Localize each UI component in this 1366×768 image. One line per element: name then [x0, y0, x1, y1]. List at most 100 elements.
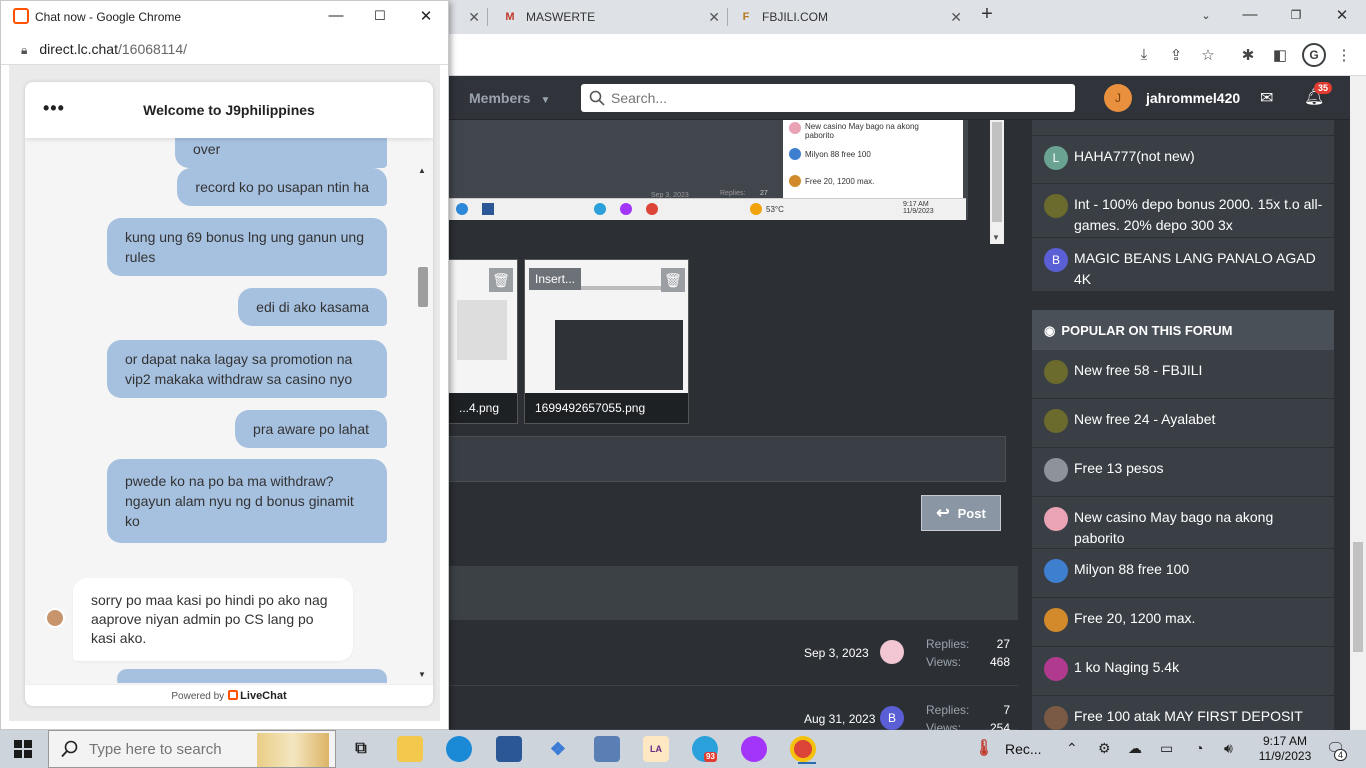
tray-chevron-icon[interactable]: ⌃ — [1066, 740, 1078, 757]
members-nav-item[interactable]: Members ▼ — [469, 90, 550, 106]
close-icon[interactable]: ✕ — [468, 9, 480, 26]
insert-button[interactable]: Insert... — [529, 268, 582, 290]
tab-partial[interactable]: ✕ — [462, 0, 492, 34]
taskbar-clock[interactable]: 9:17 AM 11/9/2023 — [1258, 734, 1312, 764]
thread-title[interactable]: HAHA777(not new) — [1074, 146, 1195, 167]
file-explorer-icon[interactable] — [397, 736, 423, 762]
user-avatar[interactable]: J — [1104, 84, 1132, 112]
profile-avatar[interactable]: G — [1302, 43, 1326, 67]
thread-title[interactable]: Free 20, 1200 max. — [1074, 608, 1195, 629]
share-icon[interactable]: ⇪ — [1166, 46, 1186, 66]
embedded-scrollbar[interactable]: ▼ — [990, 120, 1004, 244]
thread-avatar[interactable] — [880, 640, 904, 664]
search-input[interactable] — [611, 90, 1051, 106]
kebab-menu-icon[interactable]: ⋮ — [1334, 46, 1354, 66]
thread-title[interactable]: Milyon 88 free 100 — [1074, 559, 1189, 580]
username-link[interactable]: jahrommel420 — [1146, 90, 1240, 106]
scroll-thumb[interactable] — [418, 267, 428, 307]
mail-icon[interactable]: ✉ — [1260, 88, 1273, 108]
close-window-icon[interactable]: ✕ — [416, 7, 436, 25]
close-icon[interactable]: ✕ — [950, 9, 962, 26]
edge-icon[interactable] — [446, 736, 472, 762]
minimize-icon[interactable]: — — [1240, 6, 1260, 23]
onedrive-cloud-icon[interactable]: ☁ — [1128, 740, 1142, 757]
list-item[interactable] — [1032, 120, 1334, 136]
list-item[interactable]: L HAHA777(not new) — [1032, 136, 1334, 184]
restore-icon[interactable]: ❐ — [1286, 8, 1306, 22]
attachment-thumbnail[interactable]: 🗑︎ ...4.png — [448, 259, 518, 424]
lakers-icon[interactable]: LA — [643, 736, 669, 762]
scroll-thumb[interactable] — [992, 122, 1002, 222]
replies-label: Replies: — [926, 703, 970, 717]
trash-icon[interactable]: 🗑︎ — [489, 268, 513, 292]
recorder-label[interactable]: Rec... — [1005, 741, 1042, 757]
tab-maswerte[interactable]: M MASWERTE ✕ — [498, 0, 728, 34]
side-panel-icon[interactable]: ◧ — [1270, 46, 1290, 66]
list-item[interactable]: New casino May bago na akong paborito — [1032, 497, 1334, 549]
list-item[interactable]: Int - 100% depo bonus 2000. 15x t.o all-… — [1032, 184, 1334, 238]
avatar — [1044, 608, 1068, 632]
minimize-icon[interactable]: — — [326, 7, 346, 24]
attachment-thumbnail[interactable]: Insert... 🗑︎ 1699492657055.png — [524, 259, 689, 424]
task-view-icon[interactable]: ⧉ — [348, 736, 374, 762]
list-item[interactable]: Free 100 atak MAY FIRST DEPOSIT — [1032, 696, 1334, 730]
close-icon[interactable]: ✕ — [708, 9, 720, 26]
page-scrollbar[interactable] — [1350, 76, 1366, 730]
remote-desktop-icon[interactable] — [594, 736, 620, 762]
thread-title[interactable]: New free 58 - FBJILI — [1074, 360, 1202, 381]
tab-search-chevron-icon[interactable]: ⌄ — [1196, 9, 1216, 22]
windows-start-icon[interactable] — [14, 740, 32, 758]
list-item[interactable]: Free 20, 1200 max. — [1032, 598, 1334, 647]
extensions-puzzle-icon[interactable]: ✱ — [1238, 46, 1258, 66]
telegram-icon[interactable]: 93 — [692, 736, 718, 762]
list-item[interactable]: New free 58 - FBJILI — [1032, 350, 1334, 399]
reply-editor-bar[interactable] — [448, 436, 1006, 482]
battery-icon[interactable]: ▭ — [1160, 740, 1173, 757]
thread-title[interactable]: Free 13 pesos — [1074, 458, 1164, 479]
scroll-up-arrow-icon[interactable]: ▲ — [418, 166, 426, 175]
bookmark-star-icon[interactable]: ☆ — [1198, 46, 1218, 66]
taskbar-search-input[interactable] — [89, 740, 269, 758]
meet-icon[interactable]: ⚙ — [1098, 740, 1111, 757]
list-item[interactable]: B MAGIC BEANS LANG PANALO AGAD 4K — [1032, 238, 1334, 292]
thread-title[interactable]: Int - 100% depo bonus 2000. 15x t.o all-… — [1074, 194, 1324, 236]
thread-title[interactable]: New casino May bago na akong paborito — [1074, 507, 1324, 549]
thumb-avatar — [789, 175, 801, 187]
wifi-icon[interactable]: ◔ — [1195, 740, 1203, 756]
microsoft-store-icon[interactable] — [496, 736, 522, 762]
list-item[interactable]: New free 24 - Ayalabet — [1032, 399, 1334, 448]
forum-search-box[interactable] — [581, 84, 1075, 112]
scroll-down-arrow-icon[interactable]: ▼ — [418, 670, 426, 679]
thread-title[interactable]: Free 100 atak MAY FIRST DEPOSIT — [1074, 706, 1303, 727]
trash-icon[interactable]: 🗑︎ — [661, 268, 685, 292]
thread-row[interactable]: Sep 3, 2023 Replies: 27 Views: 468 — [448, 620, 1018, 686]
maximize-icon[interactable]: ☐ — [370, 8, 390, 24]
taskbar-search[interactable] — [48, 730, 336, 768]
close-window-icon[interactable]: ✕ — [1332, 6, 1352, 24]
install-app-icon[interactable]: ⤓ — [1134, 46, 1154, 66]
thread-row[interactable]: Aug 31, 2023 B Replies: 7 Views: 254 — [448, 686, 1018, 735]
list-item[interactable]: 1 ko Naging 5.4k — [1032, 647, 1334, 696]
dropbox-icon[interactable]: ❖ — [545, 736, 571, 762]
scroll-thumb[interactable] — [1353, 542, 1363, 652]
thread-avatar[interactable]: B — [880, 706, 904, 730]
chat-window-titlebar[interactable]: Chat now - Google Chrome — ☐ ✕ — [1, 1, 448, 33]
thread-title[interactable]: New free 24 - Ayalabet — [1074, 409, 1215, 430]
scroll-down-arrow-icon[interactable]: ▼ — [992, 233, 1000, 242]
thread-date: Aug 31, 2023 — [804, 712, 876, 726]
tab-fbjili[interactable]: F FBJILI.COM ✕ — [734, 0, 970, 34]
chat-url-bar[interactable]: 🔒︎ direct.lc.chat/16068114/ — [1, 33, 448, 65]
new-tab-plus-icon[interactable]: + — [977, 3, 997, 26]
chat-scrollbar[interactable]: ▲ ▼ — [417, 142, 431, 682]
post-button[interactable]: ↩ Post — [921, 495, 1001, 531]
livechat-brand[interactable]: LiveChat — [240, 690, 286, 702]
volume-icon[interactable]: 🔊︎ — [1224, 740, 1233, 757]
messenger-icon[interactable] — [741, 736, 767, 762]
recorder-icon[interactable]: 🌡︎ — [973, 736, 995, 762]
list-item[interactable]: Milyon 88 free 100 — [1032, 549, 1334, 598]
list-item[interactable]: Free 13 pesos — [1032, 448, 1334, 497]
thread-title[interactable]: 1 ko Naging 5.4k — [1074, 657, 1179, 678]
tab-label: FBJILI.COM — [762, 10, 829, 24]
thread-title[interactable]: MAGIC BEANS LANG PANALO AGAD 4K — [1074, 248, 1324, 290]
chrome-icon[interactable] — [790, 736, 816, 764]
